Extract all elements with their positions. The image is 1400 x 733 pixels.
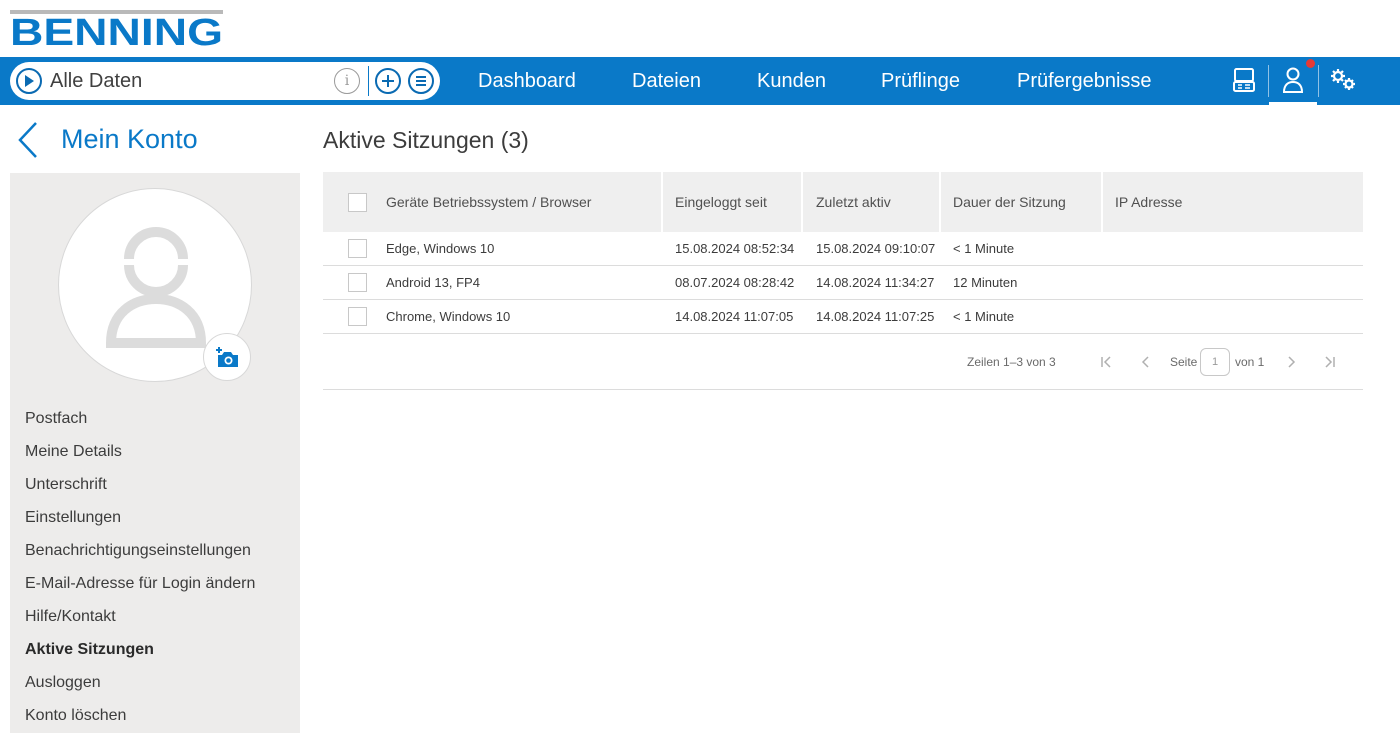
menu-unterschrift[interactable]: Unterschrift [25,475,255,508]
col-last-active[interactable]: Zuletzt aktiv [803,172,941,232]
active-indicator [1269,102,1317,105]
page-label: Seite [1170,355,1198,369]
cell-device: Android 13, FP4 [386,275,480,290]
settings-icon[interactable] [1328,65,1358,95]
table-row[interactable]: Chrome, Windows 10 14.08.2024 11:07:05 1… [323,300,1363,334]
cell-last-active: 14.08.2024 11:34:27 [816,275,935,290]
account-sidebar: Postfach Meine Details Unterschrift Eins… [10,173,300,733]
cell-device: Chrome, Windows 10 [386,309,511,324]
logo-bar: BENNING [0,0,1400,57]
section-title: Aktive Sitzungen (3) [323,127,529,153]
nav-separator [1318,65,1319,97]
menu-postfach[interactable]: Postfach [25,409,255,442]
nav-dateien[interactable]: Dateien [632,70,701,93]
divider [368,66,369,96]
page-title: Mein Konto [61,124,198,154]
add-icon[interactable] [375,68,401,94]
menu-meine-details[interactable]: Meine Details [25,442,255,475]
filter-label: Alle Daten [50,70,143,92]
cell-ip [1102,232,1115,266]
cell-ip [1102,266,1115,300]
cell-device: Edge, Windows 10 [386,241,495,256]
top-navbar: Alle Daten i Dashboard Dateien Kunden Pr… [0,57,1400,105]
back-button[interactable] [14,120,44,160]
last-page-icon[interactable] [1319,352,1339,372]
nav-prufergebnisse[interactable]: Prüfergebnisse [1017,70,1152,93]
menu-ausloggen[interactable]: Ausloggen [25,673,255,706]
pagination: Zeilen 1–3 von 3 Seite 1 von 1 [323,334,1363,390]
device-icon[interactable] [1229,65,1259,95]
benning-logo: BENNING [10,10,223,48]
page-number-input[interactable]: 1 [1200,348,1230,376]
user-icon[interactable] [1278,65,1308,95]
row-checkbox[interactable] [348,273,367,292]
menu-aktive-sitzungen[interactable]: Aktive Sitzungen [25,640,255,673]
cell-last-active: 15.08.2024 09:10:07 [816,241,936,256]
list-menu-icon[interactable] [408,68,434,94]
data-filter-box[interactable]: Alle Daten i [10,62,440,100]
nav-kunden[interactable]: Kunden [757,70,826,93]
cell-ip [1102,300,1115,334]
table-row[interactable]: Edge, Windows 10 15.08.2024 08:52:34 15.… [323,232,1363,266]
prev-page-icon[interactable] [1136,352,1156,372]
row-checkbox[interactable] [348,239,367,258]
table-header: Geräte Betriebssystem / Browser Eingelog… [323,172,1363,232]
info-icon[interactable]: i [334,68,360,94]
cell-duration: < 1 Minute [953,241,1015,256]
nav-separator [1268,65,1269,97]
menu-benachrichtigungseinstellungen[interactable]: Benachrichtigungseinstellungen [25,541,255,574]
svg-text:BENNING: BENNING [10,12,223,48]
col-ip[interactable]: IP Adresse [1102,172,1363,232]
cell-duration: < 1 Minute [953,309,1015,324]
col-device[interactable]: Geräte Betriebssystem / Browser [373,172,663,232]
next-page-icon[interactable] [1281,352,1301,372]
nav-dashboard[interactable]: Dashboard [478,70,576,93]
side-menu: Postfach Meine Details Unterschrift Eins… [25,409,255,733]
menu-einstellungen[interactable]: Einstellungen [25,508,255,541]
col-duration[interactable]: Dauer der Sitzung [940,172,1103,232]
cell-last-active: 14.08.2024 11:07:25 [816,309,935,324]
notification-dot [1306,59,1315,68]
rows-count: Zeilen 1–3 von 3 [967,355,1056,369]
col-logged-in[interactable]: Eingeloggt seit [662,172,803,232]
cell-logged-in: 14.08.2024 11:07:05 [675,309,794,324]
page-of: von 1 [1235,355,1265,369]
cell-duration: 12 Minuten [953,275,1018,290]
first-page-icon[interactable] [1097,352,1117,372]
menu-email-login[interactable]: E-Mail-Adresse für Login ändern [25,574,255,607]
row-checkbox[interactable] [348,307,367,326]
select-all-checkbox[interactable] [348,193,367,212]
cell-logged-in: 15.08.2024 08:52:34 [675,241,795,256]
nav-pruflinge[interactable]: Prüflinge [881,70,960,93]
cell-logged-in: 08.07.2024 08:28:42 [675,275,795,290]
camera-add-icon[interactable] [203,333,251,381]
table-row[interactable]: Android 13, FP4 08.07.2024 08:28:42 14.0… [323,266,1363,300]
play-icon[interactable] [16,68,42,94]
sessions-table: Geräte Betriebssystem / Browser Eingelog… [323,172,1363,390]
menu-konto-loeschen[interactable]: Konto löschen [25,706,255,733]
menu-hilfe-kontakt[interactable]: Hilfe/Kontakt [25,607,255,640]
